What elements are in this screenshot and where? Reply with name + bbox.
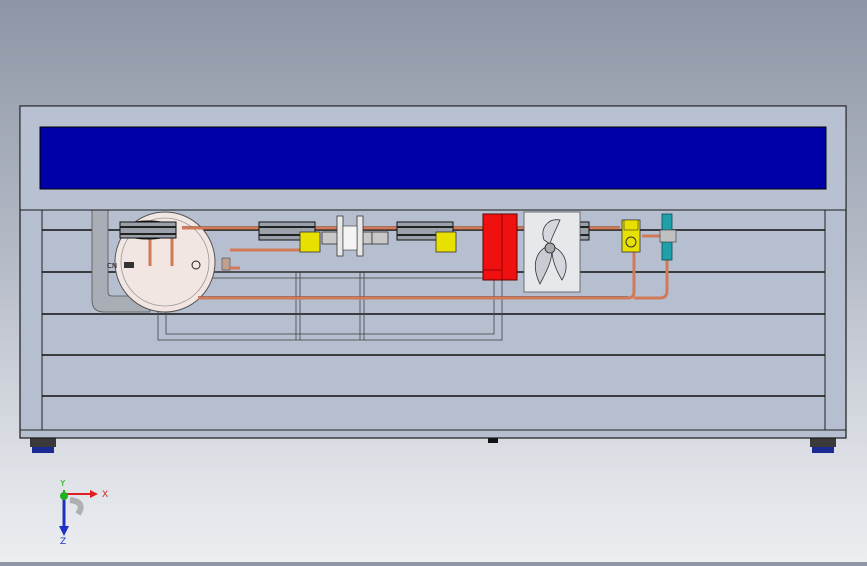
y-axis-label: Y: [59, 480, 66, 489]
feet: [30, 437, 836, 453]
left-foot: [32, 447, 54, 453]
compressor-label: CN: [107, 262, 117, 270]
y-axis-dot: [60, 492, 68, 500]
assembly-model[interactable]: CN: [0, 0, 867, 562]
pulley-1: [119, 220, 177, 240]
z-axis-label: Z: [60, 537, 66, 546]
right-foot: [812, 447, 834, 453]
blue-display-panel[interactable]: [39, 126, 827, 190]
cad-viewport[interactable]: CN X Y Z: [0, 0, 867, 562]
coordinate-triad[interactable]: X Y Z: [50, 480, 120, 546]
fan-housing: [523, 211, 581, 293]
x-axis-label: X: [102, 490, 108, 500]
